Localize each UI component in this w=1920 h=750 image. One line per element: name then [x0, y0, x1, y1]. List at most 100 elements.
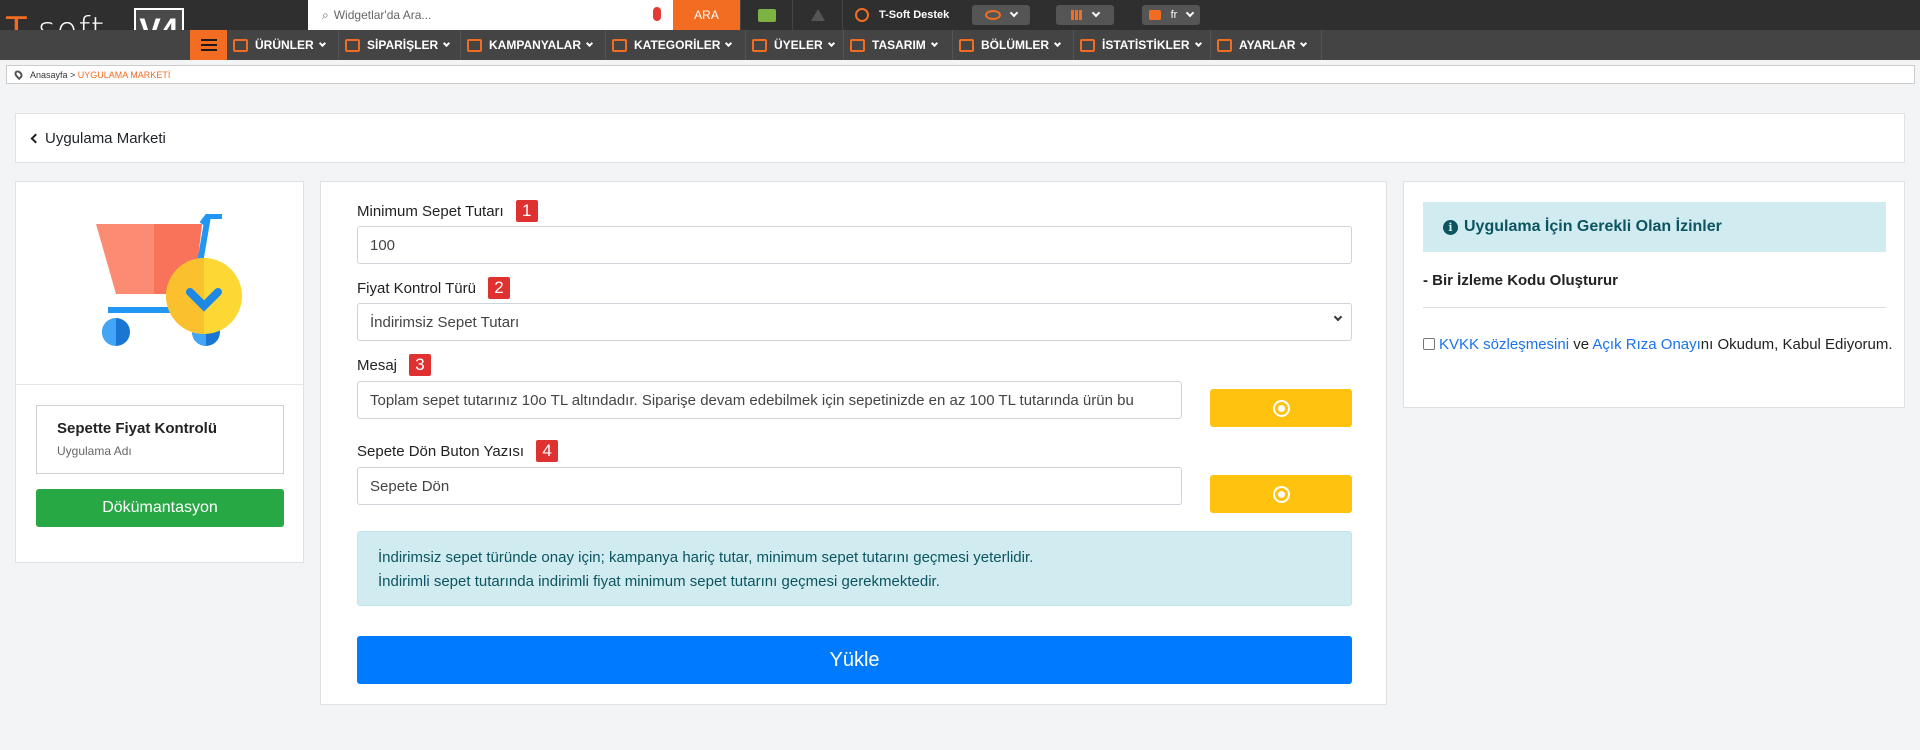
- consent-text: nı Okudum, Kabul Ediyorum.: [1700, 336, 1893, 353]
- back-button-color-picker-button[interactable]: [1210, 475, 1352, 513]
- nav-label: ÜRÜNLER: [255, 38, 314, 52]
- nav-sections[interactable]: BÖLÜMLER: [953, 30, 1074, 60]
- label-text: Minimum Sepet Tutarı: [357, 202, 504, 220]
- location-pin-icon: [12, 68, 25, 81]
- alerts-button[interactable]: [792, 0, 842, 30]
- tag-icon: [467, 38, 482, 52]
- consent-row: KVKK sözleşmesini ve Açık Rıza Onayını O…: [1423, 333, 1893, 357]
- palette-icon: [1274, 401, 1288, 415]
- select-value: İndirimsiz Sepet Tutarı: [370, 313, 520, 331]
- nav-label: TASARIM: [872, 38, 926, 52]
- top-bar: [0, 0, 1920, 30]
- language-value: fr: [1170, 9, 1178, 21]
- step-badge: 1: [515, 200, 538, 222]
- permission-item: - Bir İzleme Kodu Oluşturur: [1423, 272, 1619, 289]
- messages-button[interactable]: [740, 0, 792, 30]
- microphone-icon[interactable]: [653, 7, 661, 21]
- min-cart-label: Minimum Sepet Tutarı 1: [357, 200, 538, 222]
- chart-icon: [1080, 38, 1095, 52]
- min-cart-input[interactable]: 100: [357, 226, 1352, 264]
- documentation-button[interactable]: Dökümantasyon: [36, 489, 284, 527]
- back-button-text-input[interactable]: Sepete Dön: [357, 467, 1182, 505]
- consent-text: ve: [1569, 336, 1593, 353]
- eye-icon: [985, 10, 1001, 20]
- chevron-down-icon: [318, 39, 326, 47]
- consent-checkbox[interactable]: [1423, 338, 1435, 350]
- nav-categories[interactable]: KATEGORİLER: [606, 30, 746, 60]
- apps-dropdown[interactable]: [1056, 5, 1114, 25]
- info-alert: İndirimsiz sepet türünde onay için; kamp…: [357, 531, 1352, 606]
- search-placeholder: Widgetlar'da Ara...: [333, 8, 432, 22]
- chevron-down-icon: [930, 39, 938, 47]
- info-icon: i: [1443, 219, 1458, 235]
- users-icon: [752, 38, 767, 52]
- nav-settings[interactable]: AYARLAR: [1211, 30, 1322, 60]
- label-text: Mesaj: [357, 356, 398, 374]
- divider: [1423, 307, 1886, 308]
- support-button[interactable]: T-Soft Destek: [842, 0, 959, 30]
- chevron-down-icon: [1194, 39, 1202, 47]
- chevron-down-icon: [1091, 8, 1101, 18]
- chevron-down-icon: [1333, 312, 1343, 322]
- app-name-box: Sepette Fiyat Kontrolü Uygulama Adı: [36, 405, 284, 474]
- price-control-type-select[interactable]: İndirimsiz Sepet Tutarı: [357, 303, 1352, 341]
- settings-form: Minimum Sepet Tutarı 1 100 Fiyat Kontrol …: [320, 181, 1387, 705]
- step-badge: 3: [409, 354, 432, 376]
- chat-icon: [757, 8, 776, 22]
- permissions-header: i Uygulama İçin Gerekli Olan İzinler: [1423, 202, 1886, 252]
- nav-label: ÜYELER: [774, 38, 823, 52]
- info-line-2: İndirimli sepet tutarında indirimli fiya…: [378, 573, 940, 590]
- breadcrumb-current: UYGULAMA MARKETİ: [77, 69, 171, 80]
- label-text: Sepete Dön Buton Yazısı: [357, 442, 525, 460]
- divider: [16, 384, 303, 385]
- breadcrumb-separator: >: [67, 69, 78, 80]
- settings-icon: [1217, 38, 1232, 52]
- step-badge: 4: [536, 440, 559, 462]
- nav-label: AYARLAR: [1239, 38, 1296, 52]
- language-dropdown[interactable]: fr: [1142, 5, 1200, 25]
- nav-statistics[interactable]: İSTATİSTİKLER: [1074, 30, 1211, 60]
- breadcrumb: Anasayfa > UYGULAMA MARKETİ: [6, 65, 1915, 84]
- search-button[interactable]: ARA: [673, 0, 740, 30]
- brush-icon: [850, 38, 865, 52]
- nav-design[interactable]: TASARIM: [844, 30, 953, 60]
- chevron-down-icon: [1053, 39, 1062, 47]
- chevron-down-icon: [1186, 8, 1195, 18]
- message-input[interactable]: Toplam sepet tutarınız 10o TL altındadır…: [357, 381, 1182, 419]
- nav-label: SİPARİŞLER: [367, 38, 439, 52]
- explicit-consent-link[interactable]: Açık Rıza Onayı: [1592, 336, 1700, 353]
- chevron-down-icon: [827, 39, 835, 47]
- message-color-picker-button[interactable]: [1210, 389, 1352, 427]
- install-button[interactable]: Yükle: [357, 636, 1352, 684]
- kvkk-link[interactable]: KVKK sözleşmesini: [1439, 336, 1569, 353]
- app-name: Sepette Fiyat Kontrolü: [57, 420, 218, 437]
- menu-toggle-button[interactable]: [190, 30, 227, 60]
- back-chevron-icon[interactable]: [30, 133, 41, 143]
- app-name-label: Uygulama Adı: [57, 444, 132, 458]
- nav-label: KAMPANYALAR: [489, 38, 582, 52]
- back-button-text-label: Sepete Dön Buton Yazısı 4: [357, 440, 559, 462]
- page-title[interactable]: Uygulama Marketi: [45, 130, 166, 147]
- nav-members[interactable]: ÜYELER: [746, 30, 844, 60]
- nav-label: KATEGORİLER: [634, 38, 721, 52]
- sitemap-icon: [612, 38, 627, 52]
- support-label: T-Soft Destek: [879, 9, 950, 21]
- search-icon: ⌕: [322, 7, 329, 22]
- chevron-down-icon: [725, 39, 733, 47]
- nav-orders[interactable]: SİPARİŞLER: [339, 30, 461, 60]
- nav-campaigns[interactable]: KAMPANYALAR: [461, 30, 606, 60]
- widget-search-input[interactable]: ⌕ Widgetlar'da Ara...: [308, 0, 673, 30]
- language-icon: [1148, 10, 1161, 20]
- grid-icon: [1071, 10, 1083, 20]
- permissions-card: i Uygulama İçin Gerekli Olan İzinler - Bi…: [1403, 181, 1905, 408]
- label-text: Fiyat Kontrol Türü: [357, 279, 476, 297]
- warning-icon: [810, 9, 825, 21]
- permissions-title: Uygulama İçin Gerekli Olan İzinler: [1464, 218, 1722, 235]
- chevron-down-icon: [585, 39, 594, 47]
- sections-icon: [959, 38, 974, 52]
- app-info-card: Sepette Fiyat Kontrolü Uygulama Adı Dökü…: [15, 181, 304, 563]
- cart-icon: [345, 38, 360, 52]
- view-dropdown[interactable]: [972, 5, 1030, 25]
- breadcrumb-home[interactable]: Anasayfa: [30, 70, 68, 80]
- nav-products[interactable]: ÜRÜNLER: [227, 30, 339, 60]
